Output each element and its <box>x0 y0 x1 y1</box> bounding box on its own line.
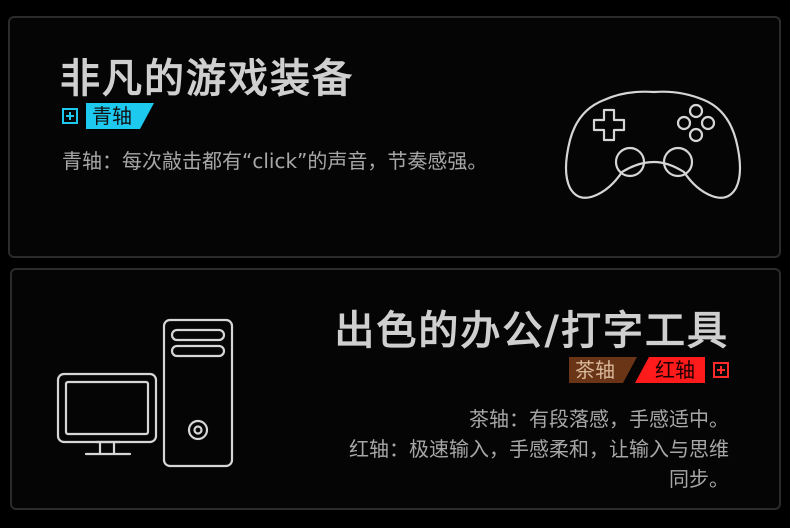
plus-icon <box>62 108 78 124</box>
page: 非凡的游戏装备 青轴 青轴：每次敲击都有“click”的声音，节奏感强。 出色的… <box>0 0 790 528</box>
gaming-description: 青轴：每次敲击都有“click”的声音，节奏感强。 <box>62 149 488 173</box>
blue-switch-tag: 青轴 <box>86 103 154 129</box>
computer-icon <box>56 318 246 468</box>
gamepad-icon <box>558 80 748 210</box>
gaming-title: 非凡的游戏装备 <box>60 56 354 102</box>
office-title: 出色的办公/打字工具 <box>334 308 729 354</box>
gaming-card: 非凡的游戏装备 青轴 青轴：每次敲击都有“click”的声音，节奏感强。 <box>8 16 781 258</box>
red-switch-tag: 红轴 <box>635 357 705 383</box>
plus-icon <box>713 362 729 378</box>
office-tag-row: 茶轴 红轴 <box>569 356 729 384</box>
office-description: 茶轴：有段落感，手感适中。 红轴：极速输入，手感柔和，让输入与思维 同步。 <box>259 404 729 494</box>
description-line: 茶轴：有段落感，手感适中。 <box>469 407 729 431</box>
description-line: 红轴：极速输入，手感柔和，让输入与思维 <box>349 437 729 461</box>
office-card: 出色的办公/打字工具 茶轴 红轴 茶轴：有段落感，手感适中。 红轴：极速输入，手… <box>10 268 781 510</box>
description-line: 同步。 <box>669 467 729 491</box>
brown-switch-tag: 茶轴 <box>569 357 637 383</box>
gaming-tag-row: 青轴 <box>62 102 154 130</box>
